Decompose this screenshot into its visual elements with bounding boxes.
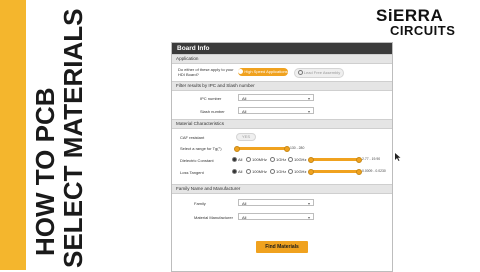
caf-value: YES	[241, 134, 250, 139]
section-family: Family Name and Manufacturer	[172, 184, 392, 194]
dk-option-100mhz[interactable]: 100MHz	[246, 157, 267, 163]
dk-range: 2.77 - 19.90	[362, 157, 381, 161]
dk-option-label: 100MHz	[252, 157, 267, 162]
panel-title: Board Info	[172, 43, 392, 54]
dk-option-1ghz[interactable]: 1GHz	[270, 157, 287, 163]
family-select[interactable]: All ▾	[238, 199, 314, 206]
chevron-down-icon: ▾	[307, 96, 310, 101]
lt-option-label: 100MHz	[252, 169, 267, 174]
chevron-down-icon: ▾	[307, 215, 310, 220]
chevron-down-icon: ▾	[307, 201, 310, 206]
filter-rows: IPC number All ▾ Slash number All ▾	[172, 91, 392, 119]
manufacturer-select[interactable]: All ▾	[238, 213, 314, 220]
lt-label: Loss Tangent	[180, 170, 204, 175]
side-banner: HOW TO PCB SELECT MATERIALS	[0, 0, 88, 270]
dk-option-all[interactable]: All	[232, 157, 243, 163]
caf-label: CAF resistant	[180, 135, 205, 140]
ipc-value: All	[242, 96, 247, 101]
high-speed-option[interactable]: High Speed Applications	[238, 68, 288, 76]
radio-icon	[232, 157, 237, 163]
section-filter: Filter results by IPC and Slash number	[172, 81, 392, 91]
material-rows: CAF resistant YES Select a range for Tg(…	[172, 129, 392, 184]
radio-icon	[232, 169, 237, 175]
family-value: All	[242, 201, 247, 206]
lt-option-all[interactable]: All	[232, 169, 243, 175]
family-rows: Family All ▾ Material Manufacturer All ▾	[172, 194, 392, 226]
logo-bottom-text: CIRCUITS	[390, 23, 456, 38]
find-materials-button[interactable]: Find Materials	[256, 241, 308, 253]
tg-slider[interactable]	[234, 146, 290, 152]
lt-knob-min[interactable]	[308, 169, 314, 175]
dk-slider[interactable]	[308, 157, 362, 163]
radio-icon	[246, 157, 251, 163]
dk-knob-min[interactable]	[308, 157, 314, 163]
board-info-panel: Board Info Application Do either of thes…	[171, 42, 393, 272]
lt-option-label: All	[238, 169, 243, 174]
lt-option-1ghz[interactable]: 1GHz	[270, 169, 287, 175]
lead-free-label: Lead Free Assembly	[303, 70, 341, 75]
manufacturer-label: Material Manufacturer	[194, 215, 233, 220]
side-title-line1: HOW TO PCB	[30, 87, 60, 256]
slash-value: All	[242, 109, 247, 114]
slash-label: Slash number	[200, 109, 225, 114]
radio-icon	[270, 157, 275, 163]
caf-toggle[interactable]: YES	[236, 133, 256, 141]
application-row: Do either of these apply to your HDI Boa…	[172, 64, 392, 81]
family-label: Family	[194, 201, 206, 206]
slash-select[interactable]: All ▾	[238, 107, 314, 114]
dk-option-label: All	[238, 157, 243, 162]
tg-label: Select a range for Tg(°)	[180, 146, 222, 151]
radio-icon	[270, 169, 275, 175]
dk-option-label: 10GHz	[294, 157, 307, 162]
radio-icon	[246, 169, 251, 175]
application-question: Do either of these apply to your HDI Boa…	[178, 67, 234, 77]
tg-knob-min[interactable]	[234, 146, 240, 152]
radio-icon	[238, 69, 244, 75]
lt-option-10ghz[interactable]: 10GHz	[288, 169, 307, 175]
side-accent-bar	[0, 0, 26, 270]
manufacturer-value: All	[242, 215, 247, 220]
lt-range: 0.0009 - 0.0230	[362, 169, 386, 173]
lt-slider[interactable]	[308, 169, 362, 175]
lead-free-option[interactable]: Lead Free Assembly	[294, 68, 344, 78]
lt-option-label: 10GHz	[294, 169, 307, 174]
lt-option-100mhz[interactable]: 100MHz	[246, 169, 267, 175]
section-material: Material Characteristics	[172, 119, 392, 129]
chevron-down-icon: ▾	[307, 109, 310, 114]
dk-option-label: 1GHz	[276, 157, 287, 162]
sierra-circuits-logo: SiERRA CIRCUITS	[372, 6, 476, 40]
radio-icon	[288, 169, 293, 175]
dk-option-10ghz[interactable]: 10GHz	[288, 157, 307, 163]
section-application: Application	[172, 54, 392, 64]
high-speed-label: High Speed Applications	[244, 69, 288, 74]
radio-icon	[288, 157, 293, 163]
radio-icon	[297, 70, 303, 76]
mouse-cursor-icon	[395, 153, 401, 161]
lt-option-label: 1GHz	[276, 169, 287, 174]
side-title-line2: SELECT MATERIALS	[58, 8, 88, 268]
dk-label: Dielectric Constant	[180, 158, 214, 163]
ipc-label: IPC number	[200, 96, 222, 101]
tg-range: 130 - 280	[290, 146, 305, 150]
ipc-select[interactable]: All ▾	[238, 94, 314, 101]
